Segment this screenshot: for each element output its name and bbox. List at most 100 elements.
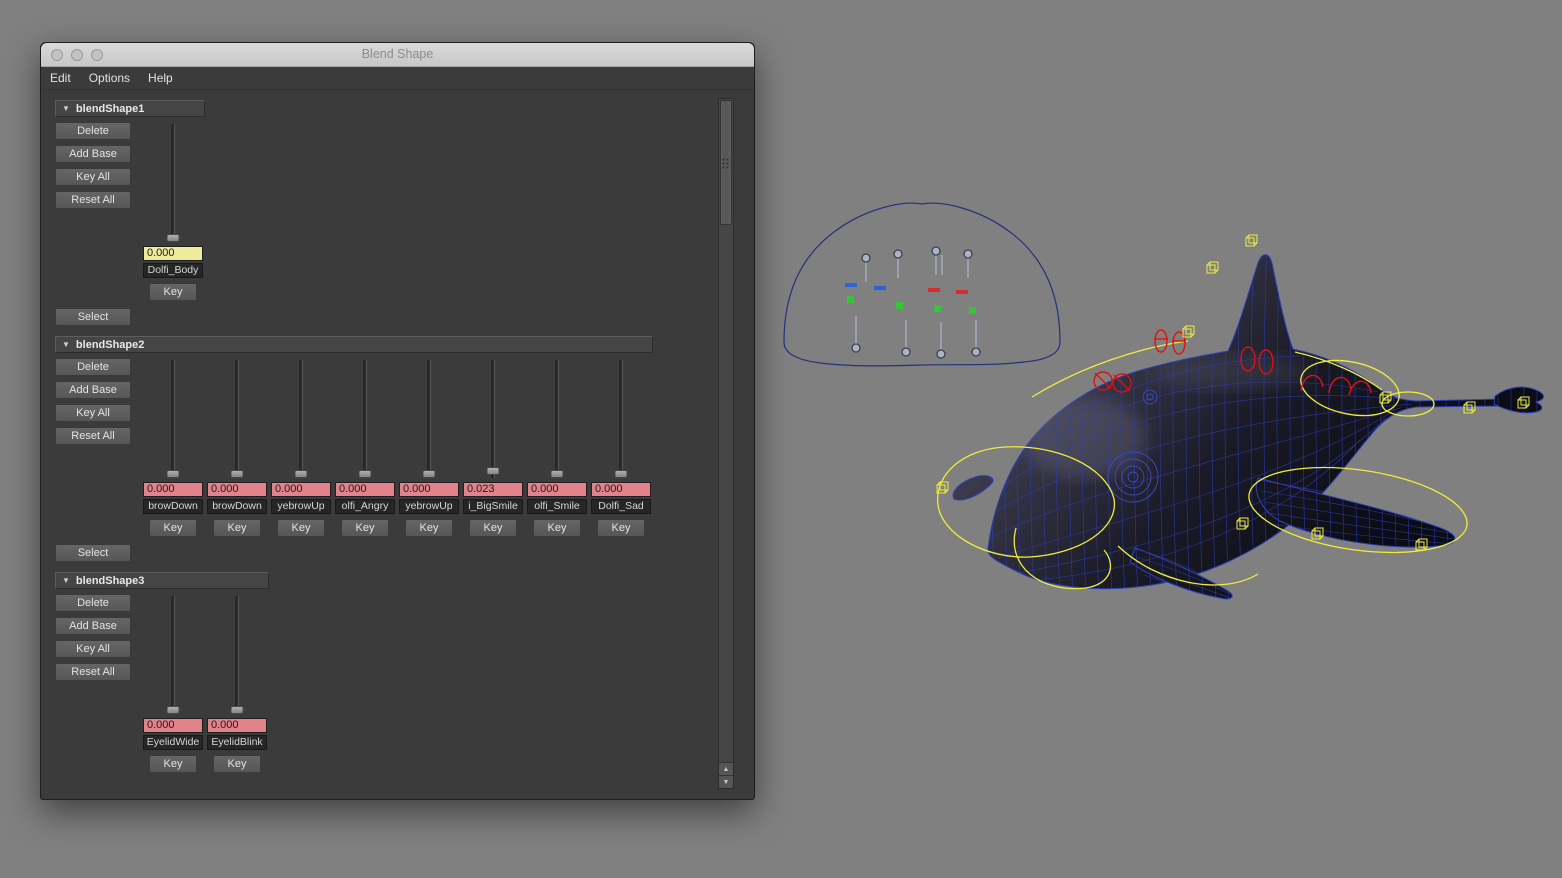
weight-value-field[interactable]: 0.000 — [591, 482, 651, 497]
select-button[interactable]: Select — [55, 308, 131, 326]
3d-viewport[interactable] — [760, 0, 1562, 878]
key-button[interactable]: Key — [597, 519, 645, 537]
weight-value-field[interactable]: 0.023 — [463, 482, 523, 497]
key-button[interactable]: Key — [213, 519, 261, 537]
facial-sliders[interactable] — [851, 246, 981, 359]
reset-all-button[interactable]: Reset All — [55, 191, 131, 209]
slider-track[interactable] — [171, 124, 174, 242]
key-button[interactable]: Key — [469, 519, 517, 537]
slider-track[interactable] — [555, 360, 558, 478]
slider-handle[interactable] — [166, 470, 180, 478]
target-name-field[interactable]: olfi_Smile — [527, 499, 587, 514]
scroll-down-button[interactable]: ▼ — [719, 775, 733, 788]
slider-track[interactable] — [235, 596, 238, 714]
collapse-triangle-icon[interactable]: ▼ — [62, 104, 70, 113]
slider-handle[interactable] — [166, 706, 180, 714]
key-all-button[interactable]: Key All — [55, 640, 131, 658]
close-button[interactable] — [51, 49, 63, 61]
dolphin-pectoral-fin-far[interactable] — [952, 475, 994, 501]
target-name-field[interactable]: yebrowUp — [271, 499, 331, 514]
delete-button[interactable]: Delete — [55, 594, 131, 612]
window-titlebar[interactable]: Blend Shape — [41, 43, 754, 67]
weight-value-field[interactable]: 0.000 — [143, 718, 203, 733]
collapse-triangle-icon[interactable]: ▼ — [62, 340, 70, 349]
weight-value-field[interactable]: 0.000 — [527, 482, 587, 497]
key-button[interactable]: Key — [149, 283, 197, 301]
minimize-button[interactable] — [71, 49, 83, 61]
panel-header[interactable]: ▼ blendShape1 — [55, 100, 205, 117]
slider-handle[interactable] — [486, 467, 500, 476]
slider-track[interactable] — [235, 360, 238, 478]
weight-value-field[interactable]: 0.000 — [399, 482, 459, 497]
facial-control-ticks[interactable] — [845, 283, 976, 314]
target-name-field[interactable]: olfi_Angry — [335, 499, 395, 514]
collapse-triangle-icon[interactable]: ▼ — [62, 576, 70, 585]
facial-control-panel[interactable] — [783, 202, 1061, 367]
target-name-field[interactable]: Dolfi_Body — [143, 263, 203, 278]
reset-all-button[interactable]: Reset All — [55, 663, 131, 681]
reset-all-button[interactable]: Reset All — [55, 427, 131, 445]
target-name-field[interactable]: EyelidBlink — [207, 735, 267, 750]
add-base-button[interactable]: Add Base — [55, 145, 131, 163]
control-handle-box-icon[interactable] — [1206, 261, 1219, 274]
menu-options[interactable]: Options — [89, 71, 130, 85]
slider-handle[interactable] — [550, 470, 564, 478]
slider-track-area — [269, 358, 333, 480]
add-base-button[interactable]: Add Base — [55, 617, 131, 635]
scrollbar-thumb[interactable] — [720, 100, 732, 225]
key-button[interactable]: Key — [149, 755, 197, 773]
slider-handle[interactable] — [358, 470, 372, 478]
weight-value-field[interactable]: 0.000 — [143, 246, 203, 261]
key-all-button[interactable]: Key All — [55, 404, 131, 422]
slider-handle[interactable] — [422, 470, 436, 478]
viewport-canvas[interactable] — [760, 0, 1562, 878]
slider-track[interactable] — [171, 596, 174, 714]
key-button[interactable]: Key — [405, 519, 453, 537]
delete-button[interactable]: Delete — [55, 358, 131, 376]
weight-value-field[interactable]: 0.000 — [207, 718, 267, 733]
weight-value-field[interactable]: 0.000 — [143, 482, 203, 497]
key-all-button[interactable]: Key All — [55, 168, 131, 186]
vertical-scrollbar[interactable]: ▲ ▼ — [718, 98, 734, 789]
slider-track[interactable] — [171, 360, 174, 478]
target-name-field[interactable]: browDown — [207, 499, 267, 514]
delete-button[interactable]: Delete — [55, 122, 131, 140]
slider-track[interactable] — [363, 360, 366, 478]
key-button[interactable]: Key — [213, 755, 261, 773]
slider-track[interactable] — [427, 360, 430, 478]
slider-handle[interactable] — [230, 470, 244, 478]
scroll-up-button[interactable]: ▲ — [719, 762, 733, 775]
slider-handle[interactable] — [294, 470, 308, 478]
zoom-button[interactable] — [91, 49, 103, 61]
target-name-field[interactable]: i_BigSmile — [463, 499, 523, 514]
control-handle-box-icon[interactable] — [1245, 234, 1258, 247]
target-name-field[interactable]: yebrowUp — [399, 499, 459, 514]
add-base-button[interactable]: Add Base — [55, 381, 131, 399]
slider-track[interactable] — [299, 360, 302, 478]
select-button[interactable]: Select — [55, 544, 131, 562]
slider-handle[interactable] — [614, 470, 628, 478]
specular-highlight — [1023, 398, 1147, 478]
weight-value-field[interactable]: 0.000 — [271, 482, 331, 497]
menu-help[interactable]: Help — [148, 71, 173, 85]
weight-value-field[interactable]: 0.000 — [335, 482, 395, 497]
dolphin-model[interactable] — [952, 240, 1544, 625]
weight-value-field[interactable]: 0.000 — [207, 482, 267, 497]
panel-header[interactable]: ▼ blendShape3 — [55, 572, 269, 589]
key-button[interactable]: Key — [149, 519, 197, 537]
key-button[interactable]: Key — [341, 519, 389, 537]
slider-track[interactable] — [491, 360, 494, 478]
panel-title: blendShape3 — [75, 574, 145, 587]
control-handle-box-icon[interactable] — [1182, 325, 1195, 338]
key-button[interactable]: Key — [533, 519, 581, 537]
slider-handle[interactable] — [166, 234, 180, 242]
target-name-field[interactable]: Dolfi_Sad — [591, 499, 651, 514]
target-name-field[interactable]: browDown — [143, 499, 203, 514]
key-button[interactable]: Key — [277, 519, 325, 537]
slider-handle[interactable] — [230, 706, 244, 714]
target-name-field[interactable]: EyelidWide — [143, 735, 203, 750]
menu-edit[interactable]: Edit — [50, 71, 71, 85]
slider-track[interactable] — [619, 360, 622, 478]
panel-header[interactable]: ▼ blendShape2 — [55, 336, 653, 353]
dolphin-pectoral-fin-right[interactable] — [1255, 477, 1456, 548]
